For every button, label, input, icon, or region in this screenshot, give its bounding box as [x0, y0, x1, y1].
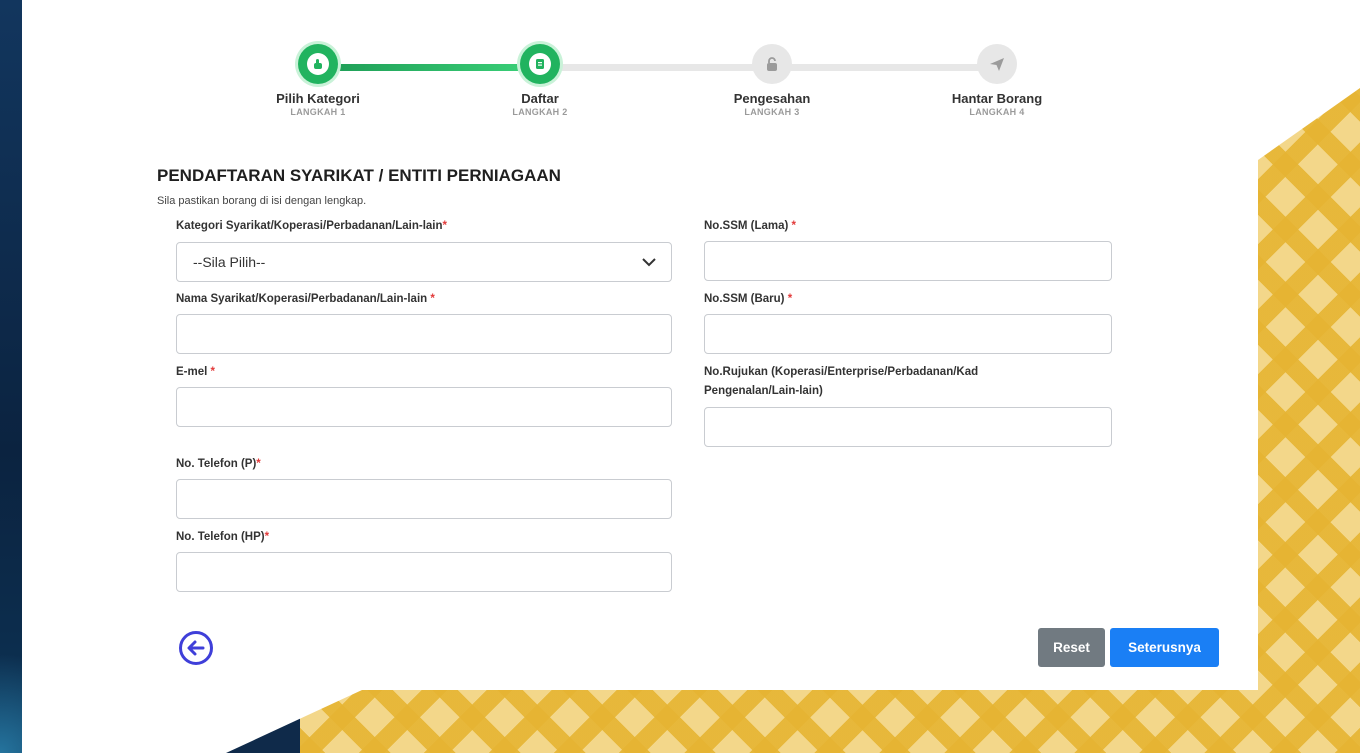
progress-stepper: Pilih Kategori LANGKAH 1 Daftar LANGKAH … — [0, 0, 1360, 140]
nama-input[interactable] — [176, 314, 672, 354]
reset-button[interactable]: Reset — [1038, 628, 1105, 667]
step-hantar-borang: Hantar Borang LANGKAH 4 — [917, 44, 1077, 117]
paper-plane-icon — [986, 53, 1008, 75]
next-button[interactable]: Seterusnya — [1110, 628, 1219, 667]
ssm-lama-input[interactable] — [704, 241, 1112, 281]
page-title: PENDAFTARAN SYARIKAT / ENTITI PERNIAGAAN — [157, 166, 561, 185]
rujukan-label: No.Rujukan (Koperasi/Enterprise/Perbadan… — [704, 366, 979, 397]
hand-pointer-icon — [307, 53, 329, 75]
page-subtitle: Sila pastikan borang di isi dengan lengk… — [157, 195, 367, 207]
rujukan-input[interactable] — [704, 407, 1112, 447]
telefon-hp-input[interactable] — [176, 552, 672, 592]
chevron-down-icon — [641, 254, 657, 270]
step-pilih-kategori: Pilih Kategori LANGKAH 1 — [238, 44, 398, 117]
telefon-hp-label: No. Telefon (HP)* — [176, 531, 270, 543]
step-pengesahan: Pengesahan LANGKAH 3 — [692, 44, 852, 117]
document-icon — [529, 53, 551, 75]
step-daftar: Daftar LANGKAH 2 — [460, 44, 620, 117]
nama-label: Nama Syarikat/Koperasi/Perbadanan/Lain-l… — [176, 293, 435, 305]
telefon-p-input[interactable] — [176, 479, 672, 519]
ssm-baru-label: No.SSM (Baru) * — [704, 293, 793, 305]
ssm-baru-input[interactable] — [704, 314, 1112, 354]
arrow-left-circle-icon — [178, 631, 214, 670]
lock-icon — [761, 53, 783, 75]
telefon-p-label: No. Telefon (P)* — [176, 458, 261, 470]
email-field[interactable] — [176, 387, 672, 427]
back-button[interactable] — [178, 630, 214, 666]
emel-label: E-mel * — [176, 366, 216, 378]
ssm-lama-label: No.SSM (Lama) * — [704, 220, 797, 232]
kategori-label: Kategori Syarikat/Koperasi/Perbadanan/La… — [176, 220, 447, 232]
kategori-select[interactable]: --Sila Pilih-- — [176, 242, 672, 282]
